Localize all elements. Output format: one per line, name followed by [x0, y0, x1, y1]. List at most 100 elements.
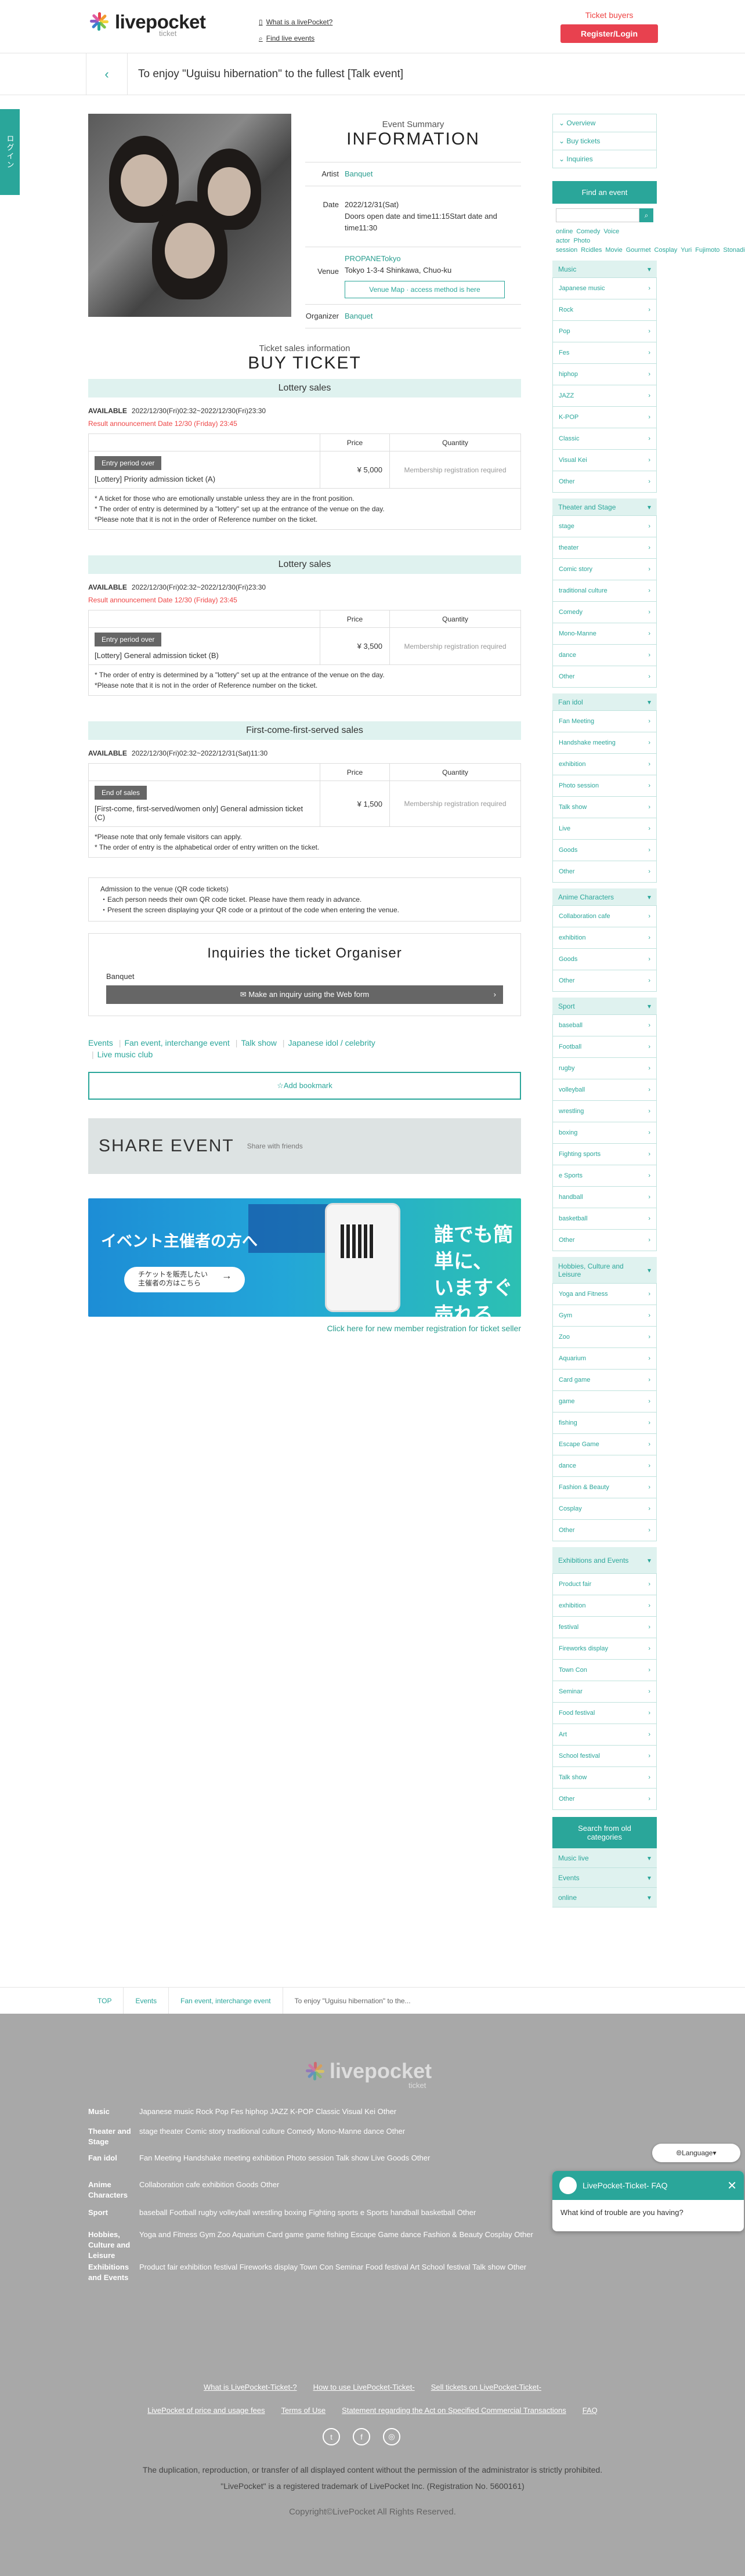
category-item[interactable]: Fan Meeting › [552, 711, 657, 732]
category-header[interactable]: Sport ▾ [552, 998, 657, 1015]
keyword-link[interactable]: Stonadie [723, 247, 745, 254]
breadcrumb-item[interactable]: Events [124, 1988, 169, 2014]
category-item[interactable]: Other › [552, 666, 657, 688]
footer-link[interactable]: How to use LivePocket-Ticket- [313, 2383, 415, 2391]
category-item[interactable]: Other › [552, 970, 657, 992]
category-item[interactable]: JAZZ › [552, 385, 657, 407]
back-button[interactable]: ‹ [86, 53, 128, 95]
category-item[interactable]: Handshake meeting › [552, 732, 657, 754]
quick-nav-item[interactable]: ⌄ Overview [553, 114, 656, 132]
category-item[interactable]: Goods › [552, 949, 657, 970]
keyword-link[interactable]: Gourmet [626, 247, 651, 254]
breadcrumb-item[interactable]: TOP [86, 1988, 124, 2014]
category-item[interactable]: Card game › [552, 1370, 657, 1391]
bottom-category[interactable]: Events ▾ [552, 1868, 657, 1888]
footer-link[interactable]: Sell tickets on LivePocket-Ticket- [431, 2383, 541, 2391]
sidebar-search-button[interactable]: ⌕ [639, 208, 653, 222]
category-header[interactable]: Hobbies, Culture and Leisure ▾ [552, 1257, 657, 1284]
category-item[interactable]: hiphop › [552, 364, 657, 385]
category-item[interactable]: stage › [552, 516, 657, 537]
footer-category-items[interactable]: Product fair exhibition festival Firewor… [139, 2260, 645, 2283]
category-item[interactable]: exhibition › [552, 754, 657, 775]
footer-link[interactable]: Statement regarding the Act on Specified… [342, 2406, 566, 2415]
tag-link[interactable]: Live music club [97, 1050, 153, 1059]
category-item[interactable]: Other › [552, 471, 657, 493]
old-categories-button[interactable]: Search from old categories [552, 1817, 657, 1848]
category-item[interactable]: dance › [552, 645, 657, 666]
category-header[interactable]: Exhibitions and Events ▾ [552, 1547, 657, 1574]
category-item[interactable]: Food festival › [552, 1703, 657, 1724]
add-bookmark-button[interactable]: ☆Add bookmark [88, 1072, 521, 1100]
footer-link[interactable]: Terms of Use [281, 2406, 326, 2415]
category-item[interactable]: volleyball › [552, 1079, 657, 1101]
category-item[interactable]: Seminar › [552, 1681, 657, 1703]
keyword-link[interactable]: Movie [605, 247, 622, 254]
category-item[interactable]: Cosplay › [552, 1498, 657, 1520]
quick-nav-item[interactable]: ⌄ Inquiries [553, 150, 656, 168]
category-item[interactable]: Talk show › [552, 797, 657, 818]
category-item[interactable]: Other › [552, 1789, 657, 1810]
category-item[interactable]: wrestling › [552, 1101, 657, 1122]
footer-category-items[interactable]: stage theater Comic story traditional cu… [139, 2124, 645, 2147]
category-item[interactable]: Aquarium › [552, 1348, 657, 1370]
tag-link[interactable]: Events [88, 1038, 113, 1047]
footer-logo[interactable]: livepocket ticket [304, 2059, 432, 2090]
close-icon[interactable]: ✕ [727, 2178, 737, 2193]
bottom-category[interactable]: online ▾ [552, 1888, 657, 1907]
banner-pill-button[interactable]: チケットを販売したい 主催者の方はこちら → [124, 1267, 245, 1292]
organizer-banner[interactable]: イベント主催者の方へ チケットを販売したい 主催者の方はこちら → 誰でも簡単に、い… [88, 1198, 521, 1317]
category-item[interactable]: exhibition › [552, 1595, 657, 1617]
twitter-icon[interactable]: t [323, 2428, 340, 2445]
category-item[interactable]: Town Con › [552, 1660, 657, 1681]
footer-link[interactable]: FAQ [583, 2406, 598, 2415]
keyword-link[interactable]: Comedy [576, 228, 600, 235]
footer-category-items[interactable]: Japanese music Rock Pop Fes hiphop JAZZ … [139, 2104, 645, 2119]
category-item[interactable]: basketball › [552, 1208, 657, 1230]
category-item[interactable]: rugby › [552, 1058, 657, 1079]
tag-link[interactable]: Japanese idol / celebrity [288, 1038, 375, 1047]
faq-chat-widget[interactable]: LivePocket-Ticket- FAQ ✕ What kind of tr… [552, 2171, 744, 2231]
category-item[interactable]: exhibition › [552, 927, 657, 949]
category-item[interactable]: Fireworks display › [552, 1638, 657, 1660]
artist-link[interactable]: Banquet [345, 169, 372, 178]
category-header[interactable]: Fan idol ▾ [552, 693, 657, 711]
category-item[interactable]: Escape Game › [552, 1434, 657, 1455]
venue-map-button[interactable]: Venue Map · access method is here [345, 281, 505, 298]
new-member-link[interactable]: Click here for new member registration f… [327, 1324, 521, 1333]
language-selector[interactable]: 🌐︎ Language ▾ [652, 2144, 740, 2162]
category-item[interactable]: Football › [552, 1036, 657, 1058]
site-logo[interactable]: livepocket [88, 10, 206, 32]
category-item[interactable]: Mono-Manne › [552, 623, 657, 645]
category-item[interactable]: Other › [552, 1520, 657, 1541]
category-item[interactable]: Fashion & Beauty › [552, 1477, 657, 1498]
keyword-link[interactable]: Yuri [681, 247, 692, 254]
category-item[interactable]: Yoga and Fitness › [552, 1284, 657, 1305]
category-item[interactable]: K-POP › [552, 407, 657, 428]
category-item[interactable]: Goods › [552, 840, 657, 861]
category-item[interactable]: dance › [552, 1455, 657, 1477]
instagram-icon[interactable]: ◎ [383, 2428, 400, 2445]
category-item[interactable]: Zoo › [552, 1327, 657, 1348]
footer-category-items[interactable]: Yoga and Fitness Gym Zoo Aquarium Card g… [139, 2227, 645, 2261]
keyword-link[interactable]: Fujimoto [695, 247, 719, 254]
category-item[interactable]: Talk show › [552, 1767, 657, 1789]
category-item[interactable]: fishing › [552, 1412, 657, 1434]
category-header[interactable]: Music ▾ [552, 261, 657, 278]
category-item[interactable]: Fes › [552, 342, 657, 364]
quick-nav-item[interactable]: ⌄ Buy tickets [553, 132, 656, 150]
category-item[interactable]: Pop › [552, 321, 657, 342]
keyword-link[interactable]: Cosplay [654, 247, 678, 254]
category-item[interactable]: Fighting sports › [552, 1144, 657, 1165]
footer-category-items[interactable]: Fan Meeting Handshake meeting exhibition… [139, 2151, 645, 2166]
keyword-link[interactable]: Rcidles [581, 247, 602, 254]
category-header[interactable]: Theater and Stage ▾ [552, 498, 657, 516]
category-item[interactable]: Live › [552, 818, 657, 840]
bottom-category[interactable]: Music live ▾ [552, 1848, 657, 1868]
category-item[interactable]: School festival › [552, 1746, 657, 1767]
category-item[interactable]: handball › [552, 1187, 657, 1208]
keyword-link[interactable]: online [556, 228, 573, 235]
category-item[interactable]: Collaboration cafe › [552, 906, 657, 927]
category-item[interactable]: Art › [552, 1724, 657, 1746]
category-item[interactable]: baseball › [552, 1015, 657, 1036]
category-header[interactable]: Anime Characters ▾ [552, 888, 657, 906]
